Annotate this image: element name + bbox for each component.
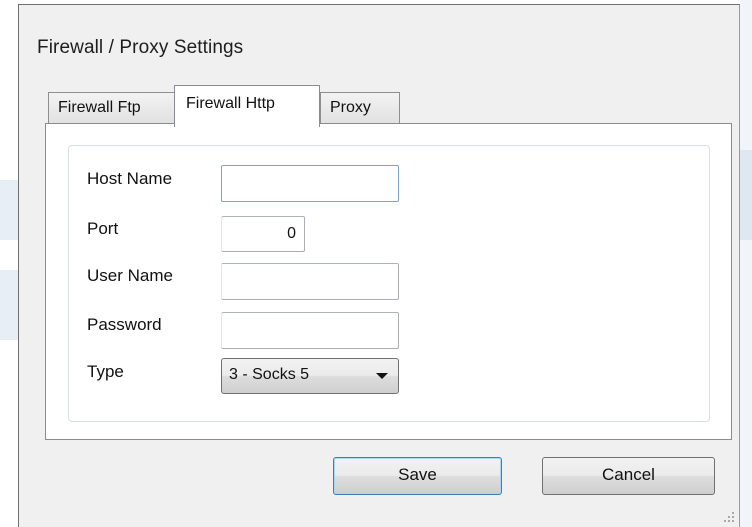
- user-name-input[interactable]: [221, 263, 399, 300]
- user-name-label: User Name: [87, 266, 173, 285]
- tab-label: Firewall Http: [186, 95, 275, 112]
- save-button[interactable]: Save: [333, 457, 502, 495]
- cancel-button[interactable]: Cancel: [542, 457, 715, 495]
- tab-firewall-http[interactable]: Firewall Http: [174, 85, 320, 127]
- host-name-input[interactable]: [221, 165, 399, 202]
- host-name-label: Host Name: [87, 169, 173, 188]
- type-select[interactable]: 3 - Socks 5: [221, 358, 399, 394]
- firewall-http-panel: Host Name Port User Name Password Type 3…: [45, 123, 732, 440]
- dialog-titlebar[interactable]: Firewall / Proxy Settings: [19, 5, 739, 89]
- settings-group-box: Host Name Port User Name Password Type 3…: [68, 145, 710, 422]
- tab-firewall-ftp[interactable]: Firewall Ftp: [48, 92, 181, 125]
- tab-label: Firewall Ftp: [58, 99, 141, 116]
- screen: Firewall / Proxy Settings Firewall Ftp F…: [0, 0, 752, 527]
- tab-proxy[interactable]: Proxy: [320, 92, 400, 125]
- port-label: Port: [87, 219, 119, 238]
- type-selected-value: 3 - Socks 5: [229, 366, 310, 383]
- firewall-proxy-dialog: Firewall / Proxy Settings Firewall Ftp F…: [18, 4, 740, 527]
- tab-label: Proxy: [330, 99, 371, 116]
- password-input[interactable]: [221, 312, 399, 349]
- background-window-strip: [0, 0, 18, 527]
- chevron-down-icon: [376, 373, 388, 379]
- size-grip-icon[interactable]: [723, 511, 735, 523]
- port-input[interactable]: [221, 216, 305, 252]
- background-window-edge: [740, 0, 752, 527]
- password-label: Password: [87, 315, 162, 334]
- dialog-title: Firewall / Proxy Settings: [37, 37, 244, 58]
- type-label: Type: [87, 362, 124, 381]
